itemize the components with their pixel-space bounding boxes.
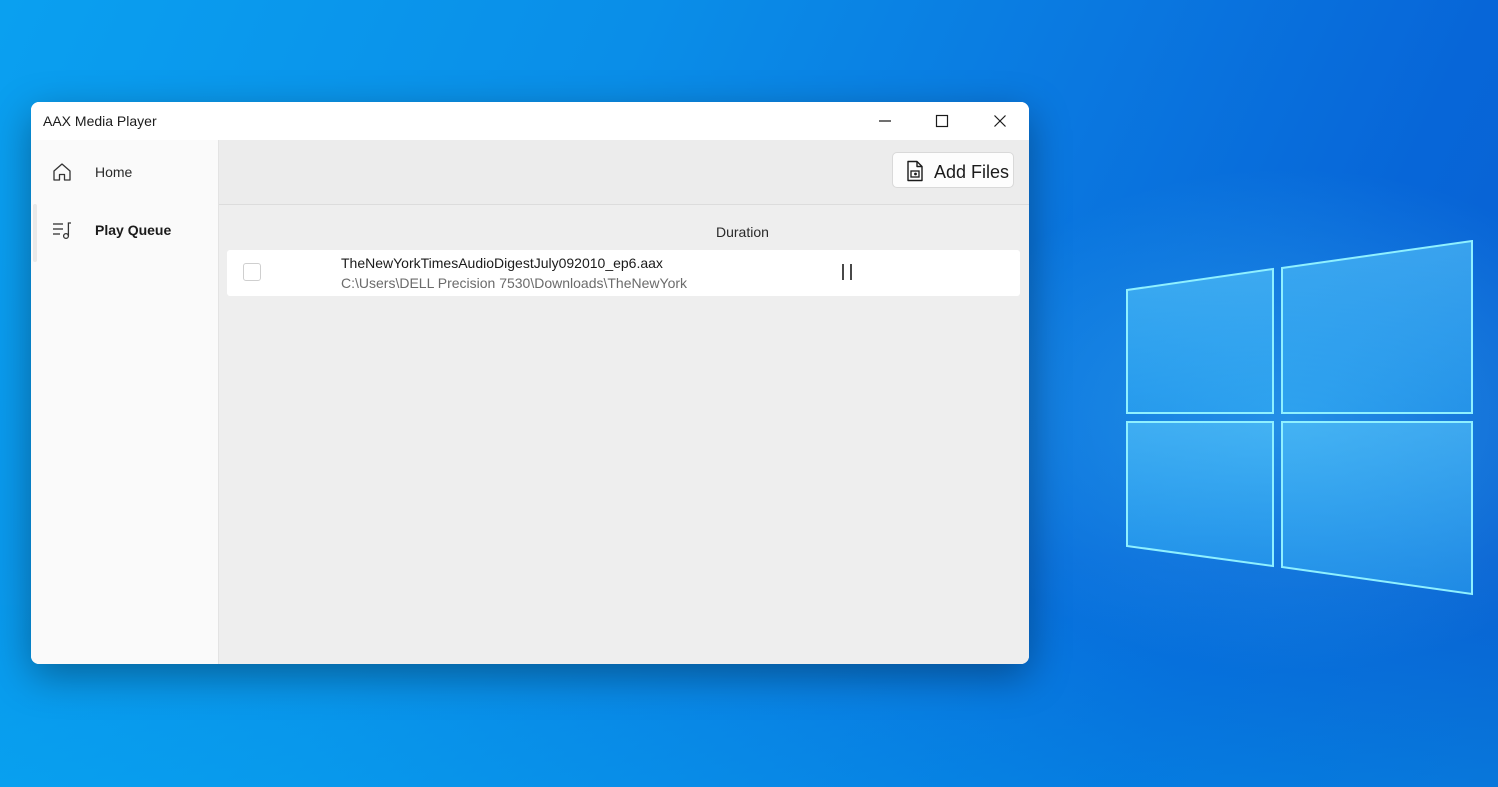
file-path: C:\Users\DELL Precision 7530\Downloads\T… <box>341 275 688 291</box>
audio-file-icon <box>907 160 923 182</box>
home-icon <box>53 163 71 181</box>
main-content: Add Files Duration TheNewYorkTimesAudioD… <box>219 140 1029 664</box>
active-indicator <box>33 204 37 262</box>
close-button[interactable] <box>971 102 1029 140</box>
music-queue-icon <box>53 222 71 240</box>
row-checkbox[interactable] <box>243 263 261 281</box>
app-window: AAX Media Player Home Play Queue Add Fil… <box>31 102 1029 664</box>
maximize-button[interactable] <box>913 102 971 140</box>
list-item[interactable]: TheNewYorkTimesAudioDigestJuly092010_ep6… <box>227 250 1020 296</box>
title-bar[interactable]: AAX Media Player <box>31 102 1029 140</box>
close-icon <box>994 115 1006 127</box>
sidebar-item-play-queue[interactable]: Play Queue <box>31 202 218 262</box>
sidebar-item-label: Play Queue <box>95 222 172 238</box>
window-title: AAX Media Player <box>43 113 157 129</box>
windows-logo-icon <box>1126 240 1473 596</box>
minimize-button[interactable] <box>856 102 914 140</box>
toolbar: Add Files <box>219 140 1029 205</box>
add-files-button[interactable]: Add Files <box>892 152 1014 188</box>
file-name: TheNewYorkTimesAudioDigestJuly092010_ep6… <box>341 255 663 271</box>
sidebar-item-label: Home <box>95 164 133 180</box>
column-header-duration[interactable]: Duration <box>716 224 769 240</box>
sidebar: Home Play Queue <box>31 140 219 664</box>
maximize-icon <box>935 114 949 128</box>
play-queue-list: Duration TheNewYorkTimesAudioDigestJuly0… <box>219 205 1029 664</box>
add-files-label: Add Files <box>934 162 1010 182</box>
pause-icon[interactable] <box>839 263 855 281</box>
minimize-icon <box>879 120 891 122</box>
sidebar-item-home[interactable]: Home <box>31 144 218 200</box>
